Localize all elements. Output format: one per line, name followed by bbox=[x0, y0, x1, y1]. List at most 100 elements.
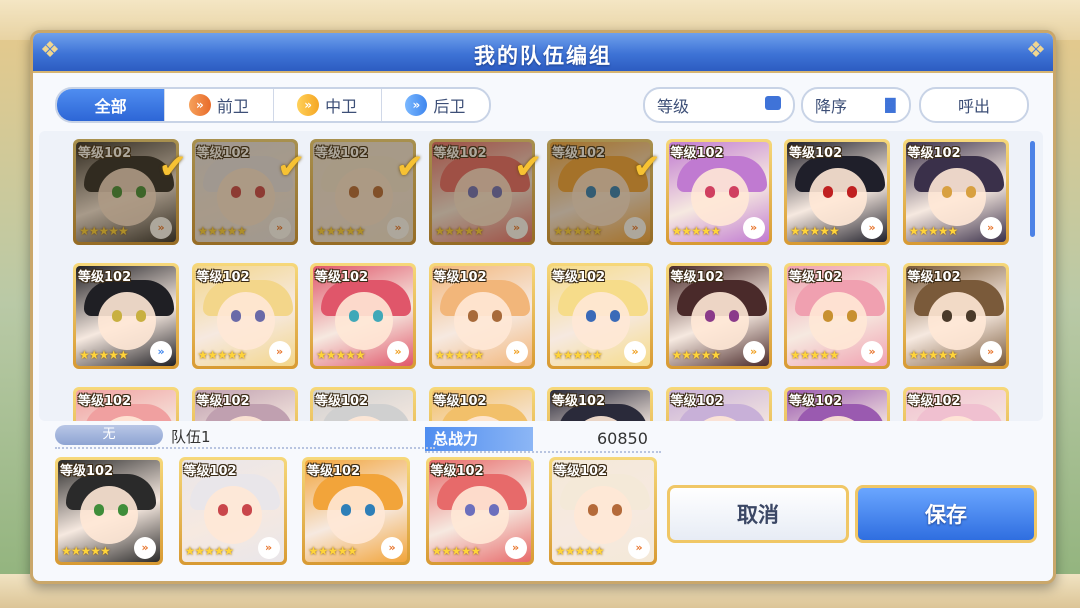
character-eye bbox=[728, 186, 739, 198]
character-card[interactable]: 等级102 ★★★★★ » ✔ bbox=[73, 139, 187, 245]
tab-all[interactable]: 全部 bbox=[57, 89, 166, 121]
character-eye bbox=[941, 186, 952, 198]
character-eye bbox=[254, 186, 265, 198]
position-chevron-icon: » bbox=[381, 537, 403, 559]
character-card[interactable]: 等级102★★★★★» bbox=[902, 263, 1009, 369]
tab-front[interactable]: » 前卫 bbox=[165, 89, 274, 121]
tab-back[interactable]: » 后卫 bbox=[382, 89, 489, 121]
character-card[interactable]: 等级102★★★★★» bbox=[665, 263, 772, 369]
character-portrait: 等级102★★★★★» bbox=[181, 460, 284, 562]
character-card[interactable]: 等级102 ★★★★★ » ✔ bbox=[191, 139, 306, 245]
star-rating: ★★★★★ bbox=[79, 348, 129, 362]
level-label: 等级102 bbox=[907, 394, 961, 409]
character-eye bbox=[823, 310, 833, 322]
character-portrait: 等级102★★★★★» bbox=[550, 390, 650, 421]
selected-check-icon: ✔ bbox=[277, 147, 306, 187]
position-chevron-icon: » bbox=[134, 537, 156, 559]
character-face bbox=[335, 168, 393, 226]
star-rating: ★★★★★ bbox=[790, 224, 840, 238]
character-card[interactable]: 等级102★★★★★» bbox=[784, 139, 890, 245]
character-card[interactable]: 等级102★★★★★» bbox=[665, 387, 772, 421]
tab-middle[interactable]: » 中卫 bbox=[274, 89, 382, 121]
character-portrait: 等级102★★★★★» bbox=[550, 266, 650, 366]
sort-order-label: 降序 bbox=[815, 97, 848, 116]
position-chevron-icon: » bbox=[150, 217, 172, 239]
character-card[interactable]: 等级102★★★★★» bbox=[428, 263, 535, 369]
character-card[interactable]: 等级102 ★★★★★ » ✔ bbox=[310, 139, 424, 245]
character-portrait: 等级102★★★★★» bbox=[76, 390, 176, 421]
divider bbox=[425, 451, 661, 453]
call-out-label: 呼出 bbox=[957, 97, 990, 116]
character-card[interactable]: 等级102★★★★★» bbox=[302, 457, 410, 565]
star-rating: ★★★★★ bbox=[908, 224, 959, 238]
position-chevron-icon: » bbox=[742, 217, 765, 239]
sort-level-button[interactable]: 等级 bbox=[643, 87, 795, 123]
roster-scrollbar[interactable] bbox=[1030, 141, 1035, 237]
character-card[interactable]: 等级102★★★★★» bbox=[178, 457, 287, 565]
character-eye bbox=[965, 186, 976, 198]
role-filter-tabs: 全部 » 前卫 » 中卫 » 后卫 bbox=[55, 87, 491, 123]
character-eye bbox=[217, 504, 228, 516]
character-eye bbox=[847, 186, 857, 198]
star-rating: ★★★★★ bbox=[790, 348, 840, 362]
level-label: 等级102 bbox=[78, 394, 132, 409]
level-label: 等级102 bbox=[196, 270, 250, 285]
character-face bbox=[80, 486, 138, 544]
character-eye bbox=[230, 186, 241, 198]
character-card[interactable]: 等级102★★★★★» bbox=[55, 457, 163, 565]
level-label: 等级102 bbox=[552, 394, 606, 409]
level-label: 等级102 bbox=[552, 270, 606, 285]
level-label: 等级102 bbox=[789, 270, 843, 285]
character-card[interactable]: 等级102★★★★★» bbox=[191, 387, 298, 421]
character-portrait: 等级102★★★★★» bbox=[787, 142, 887, 242]
call-out-button[interactable]: 呼出 bbox=[919, 87, 1029, 123]
character-card[interactable]: 等级102★★★★★» bbox=[902, 387, 1009, 421]
character-eye bbox=[586, 186, 596, 198]
position-chevron-icon: » bbox=[504, 537, 527, 559]
position-chevron-icon: » bbox=[505, 341, 528, 363]
character-card[interactable]: 等级102 ★★★★★ » ✔ bbox=[428, 139, 543, 245]
character-eye bbox=[341, 504, 351, 516]
character-face bbox=[216, 168, 275, 226]
character-portrait: 等级102★★★★★» bbox=[905, 390, 1006, 421]
character-eye bbox=[349, 186, 359, 198]
character-face bbox=[335, 292, 393, 350]
character-card[interactable]: 等级102★★★★★» bbox=[547, 263, 653, 369]
character-eye bbox=[94, 504, 104, 516]
character-card[interactable]: 等级102★★★★★» bbox=[902, 139, 1009, 245]
position-chevron-icon: » bbox=[387, 217, 409, 239]
character-card[interactable]: 等级102★★★★★» bbox=[549, 457, 657, 565]
character-card[interactable]: 等级102★★★★★» bbox=[784, 263, 890, 369]
save-button[interactable]: 保存 bbox=[855, 485, 1037, 543]
sort-order-button[interactable]: 降序 ▬ ▬ ▬ bbox=[801, 87, 911, 123]
character-card[interactable]: 等级102★★★★★» bbox=[665, 139, 772, 245]
character-card[interactable]: 等级102★★★★★» bbox=[73, 387, 179, 421]
level-label: 等级102 bbox=[78, 146, 132, 161]
character-portrait: 等级102★★★★★» bbox=[431, 390, 532, 421]
character-card[interactable]: 等级102★★★★★» bbox=[191, 263, 298, 369]
level-label: 等级102 bbox=[433, 270, 487, 285]
cancel-button[interactable]: 取消 bbox=[667, 485, 849, 543]
character-eye bbox=[136, 310, 146, 322]
character-card[interactable]: 等级102★★★★★» bbox=[73, 263, 179, 369]
level-label: 等级102 bbox=[315, 146, 369, 161]
position-chevron-icon: » bbox=[505, 217, 528, 239]
character-face bbox=[927, 292, 986, 350]
level-label: 等级102 bbox=[315, 270, 369, 285]
character-card[interactable]: 等级102★★★★★» bbox=[784, 387, 890, 421]
character-card[interactable]: 等级102★★★★★» bbox=[547, 387, 653, 421]
character-face bbox=[809, 292, 867, 350]
character-eye bbox=[254, 310, 265, 322]
character-card[interactable]: 等级102★★★★★» bbox=[428, 387, 535, 421]
position-chevron-icon: » bbox=[624, 217, 646, 239]
character-card[interactable]: 等级102 ★★★★★ » ✔ bbox=[547, 139, 661, 245]
team-tag: 无 bbox=[55, 425, 163, 445]
character-card[interactable]: 等级102★★★★★» bbox=[310, 263, 416, 369]
star-rating: ★★★★★ bbox=[197, 224, 248, 238]
character-face bbox=[809, 168, 867, 226]
selected-check-icon: ✔ bbox=[632, 147, 662, 187]
character-card[interactable]: 等级102★★★★★» bbox=[425, 457, 534, 565]
star-rating: ★★★★★ bbox=[184, 544, 235, 558]
character-card[interactable]: 等级102★★★★★» bbox=[310, 387, 416, 421]
character-portrait: 等级102★★★★★» bbox=[552, 460, 654, 562]
